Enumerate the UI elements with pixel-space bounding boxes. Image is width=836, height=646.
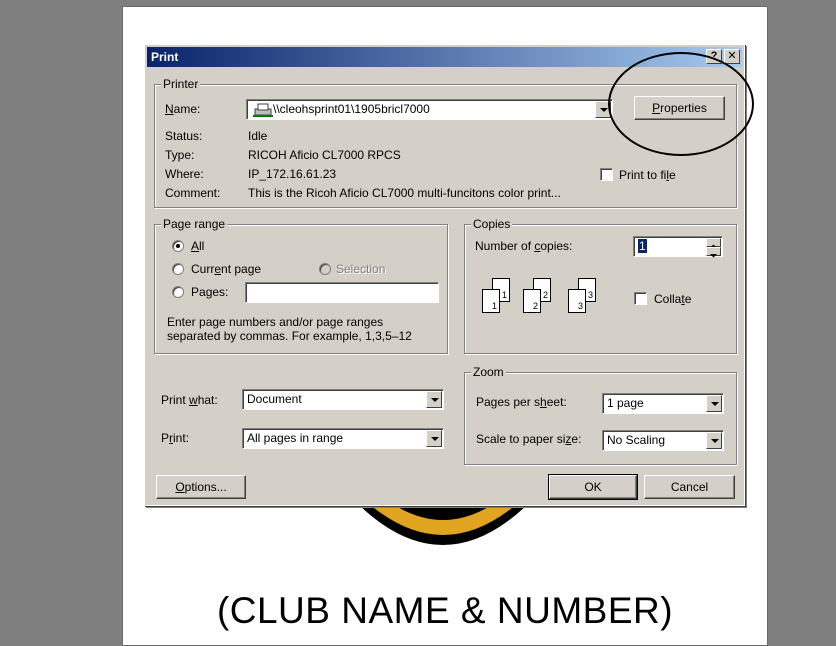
pages-per-sheet-value: 1 page: [607, 396, 644, 410]
selection-label[interactable]: Selection: [336, 262, 385, 276]
ok-button[interactable]: OK: [548, 474, 638, 500]
pages-input[interactable]: [245, 282, 439, 303]
printer-icon: [253, 103, 273, 117]
print-label: Print:: [161, 431, 190, 445]
copies-spin-down[interactable]: [706, 247, 721, 258]
where-label: Where:: [165, 167, 204, 181]
page-range-group: Page range All Current page Selection Pa…: [154, 217, 448, 354]
print-what-label: Print what:: [161, 393, 218, 407]
page-range-hint-line2: separated by commas. For example, 1,3,5–…: [167, 329, 412, 343]
print-what-dropdown-arrow[interactable]: [426, 391, 442, 408]
all-radio[interactable]: [172, 240, 184, 252]
collate-page-icon: 1: [482, 289, 500, 313]
pages-per-sheet-dropdown-arrow[interactable]: [706, 395, 722, 412]
current-page-label[interactable]: Current page: [191, 262, 261, 276]
print-what-value: Document: [247, 392, 302, 406]
copies-spin-up[interactable]: [706, 238, 721, 248]
print-dropdown-arrow[interactable]: [426, 430, 442, 447]
printer-name-dropdown[interactable]: \\cleohsprint01\1905bricl7000: [246, 99, 613, 120]
pages-per-sheet-label: Pages per sheet:: [476, 395, 567, 409]
print-what-dropdown[interactable]: Document: [242, 389, 444, 410]
all-label[interactable]: All: [191, 239, 204, 253]
page-range-group-label: Page range: [161, 217, 228, 231]
collate-checkbox[interactable]: [634, 292, 647, 305]
close-icon: ✕: [727, 50, 737, 62]
pages-label[interactable]: Pages:: [191, 285, 228, 299]
scale-value: No Scaling: [607, 433, 666, 447]
spin-down-icon: [710, 254, 717, 258]
collate-page-icon: 3: [568, 289, 586, 313]
pages-per-sheet-dropdown[interactable]: 1 page: [602, 393, 724, 414]
where-value: IP_172.16.61.23: [248, 167, 337, 181]
dialog-title: Print: [151, 50, 179, 64]
print-value: All pages in range: [247, 431, 344, 445]
scale-dropdown[interactable]: No Scaling: [602, 430, 724, 451]
copies-group-label: Copies: [471, 217, 513, 231]
collate-page-icon: 2: [523, 289, 541, 313]
comment-label: Comment:: [165, 186, 221, 200]
printer-group-label: Printer: [161, 77, 201, 91]
zoom-group-label: Zoom: [471, 365, 506, 379]
scale-dropdown-arrow[interactable]: [706, 432, 722, 449]
page-range-hint-line1: Enter page numbers and/or page ranges: [167, 315, 384, 329]
print-dropdown[interactable]: All pages in range: [242, 428, 444, 449]
club-name-text: (CLUB NAME & NUMBER): [216, 590, 674, 631]
print-to-file-label[interactable]: Print to file: [619, 168, 676, 182]
options-button-label: ptions...: [184, 480, 227, 494]
print-to-file-checkbox[interactable]: [600, 168, 613, 181]
type-value: RICOH Aficio CL7000 RPCS: [248, 148, 401, 162]
annotation-circle: [608, 52, 754, 156]
number-of-copies-value: 1: [638, 239, 647, 253]
zoom-group: Zoom Pages per sheet: 1 page Scale to pa…: [464, 365, 737, 465]
close-button[interactable]: ✕: [724, 49, 740, 64]
scale-label: Scale to paper size:: [476, 432, 582, 446]
printer-name-value: \\cleohsprint01\1905bricl7000: [273, 102, 430, 116]
copies-group: Copies Number of copies: 1 1 1 2 2 3 3 C…: [464, 217, 737, 354]
type-label: Type:: [165, 148, 195, 162]
comment-value: This is the Ricoh Aficio CL7000 multi-fu…: [248, 186, 561, 200]
status-value: Idle: [248, 129, 268, 143]
number-of-copies-label: Number of copies:: [475, 239, 573, 253]
status-label: Status:: [165, 129, 203, 143]
current-page-radio[interactable]: [172, 263, 184, 275]
options-button[interactable]: Options...: [156, 475, 246, 499]
selection-radio[interactable]: [319, 263, 331, 275]
pages-radio[interactable]: [172, 286, 184, 298]
number-of-copies-input[interactable]: 1: [633, 236, 723, 258]
cancel-button[interactable]: Cancel: [644, 475, 735, 499]
printer-name-label: Name:: [165, 102, 201, 116]
collate-label[interactable]: Collate: [654, 292, 691, 306]
